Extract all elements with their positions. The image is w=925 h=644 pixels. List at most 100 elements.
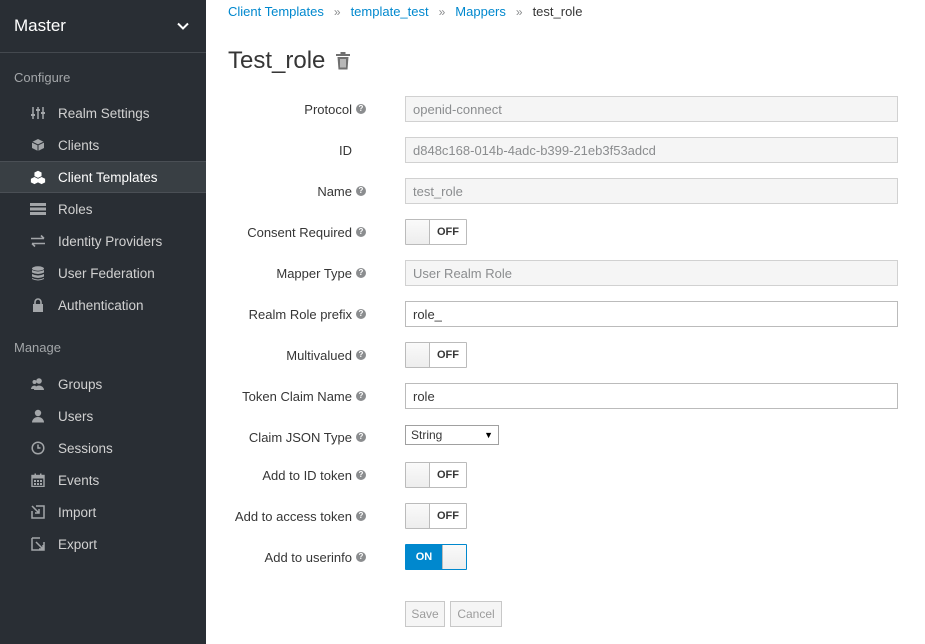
help-icon[interactable]: ? — [356, 511, 366, 521]
label-text: Consent Required — [247, 224, 352, 240]
help-icon[interactable]: ? — [356, 227, 366, 237]
import-icon — [30, 504, 46, 520]
list-icon — [30, 201, 46, 217]
name-field[interactable] — [405, 178, 898, 204]
cubes-icon — [30, 169, 46, 185]
sidebar-item-label: Client Templates — [58, 169, 158, 185]
token-claim-name-row: Token Claim Name? — [206, 383, 925, 409]
add-to-id-token-toggle[interactable]: OFF — [405, 462, 467, 488]
label-text: Add to access token — [234, 508, 352, 524]
label-text: Protocol — [304, 101, 352, 117]
clock-icon — [30, 440, 46, 456]
sidebar-item-label: Events — [58, 472, 100, 488]
toggle-state: OFF — [437, 226, 459, 238]
claim-json-type-row: Claim JSON Type? String ▼ — [206, 424, 925, 450]
sliders-icon — [30, 105, 46, 121]
sidebar-item-authentication[interactable]: Authentication — [0, 289, 206, 321]
help-icon[interactable]: ? — [356, 391, 366, 401]
users-icon — [30, 376, 46, 392]
breadcrumb-separator: » — [438, 4, 446, 19]
help-icon[interactable]: ? — [356, 104, 366, 114]
configure-heading: Configure — [14, 70, 71, 85]
save-button[interactable]: Save — [405, 601, 445, 627]
mapper-type-label: Mapper Type? — [206, 266, 366, 281]
sidebar: Master Configure Realm Settings Clients … — [0, 0, 206, 644]
consent-required-label: Consent Required? — [206, 225, 366, 240]
sidebar-item-realm-settings[interactable]: Realm Settings — [0, 97, 206, 129]
help-icon[interactable]: ? — [356, 470, 366, 480]
sidebar-item-export[interactable]: Export — [0, 528, 206, 560]
label-text: Realm Role prefix — [248, 306, 352, 322]
help-icon[interactable]: ? — [356, 432, 366, 442]
sidebar-item-label: Roles — [58, 201, 93, 217]
help-icon[interactable]: ? — [356, 186, 366, 196]
sidebar-item-label: Realm Settings — [58, 105, 150, 121]
realm-role-prefix-input[interactable] — [405, 301, 898, 327]
toggle-knob — [406, 343, 430, 367]
sidebar-item-label: Groups — [58, 376, 103, 392]
id-row: ID — [206, 137, 925, 163]
multivalued-row: Multivalued? OFF — [206, 342, 925, 368]
consent-required-row: Consent Required? OFF — [206, 219, 925, 245]
breadcrumb-mappers[interactable]: Mappers — [455, 4, 506, 19]
add-to-id-token-label: Add to ID token? — [206, 468, 366, 483]
help-icon[interactable]: ? — [356, 309, 366, 319]
breadcrumb-template[interactable]: template_test — [351, 4, 429, 19]
toggle-knob — [442, 545, 466, 569]
chevron-down-icon — [177, 22, 189, 30]
breadcrumb: Client Templates » template_test » Mappe… — [228, 4, 582, 19]
sidebar-item-groups[interactable]: Groups — [0, 368, 206, 400]
label-text: ID — [339, 142, 352, 158]
select-value: String — [411, 428, 443, 442]
sidebar-item-client-templates[interactable]: Client Templates — [0, 161, 206, 193]
sidebar-item-label: User Federation — [58, 265, 155, 281]
label-text: Token Claim Name — [242, 388, 352, 404]
sidebar-item-label: Import — [58, 504, 97, 520]
name-row: Name? — [206, 178, 925, 204]
sidebar-item-label: Sessions — [58, 440, 113, 456]
manage-heading: Manage — [14, 340, 61, 355]
mapper-type-row: Mapper Type? — [206, 260, 925, 286]
toggle-knob — [406, 504, 430, 528]
breadcrumb-client-templates[interactable]: Client Templates — [228, 4, 324, 19]
name-label: Name? — [206, 184, 366, 199]
label-text: Mapper Type — [276, 265, 352, 281]
sidebar-item-user-federation[interactable]: User Federation — [0, 257, 206, 289]
lock-icon — [30, 297, 46, 313]
help-icon[interactable]: ? — [356, 268, 366, 278]
mapper-type-field[interactable] — [405, 260, 898, 286]
sidebar-item-clients[interactable]: Clients — [0, 129, 206, 161]
help-icon[interactable]: ? — [356, 552, 366, 562]
protocol-label: Protocol? — [206, 102, 366, 117]
toggle-state: OFF — [437, 469, 459, 481]
label-text: Add to userinfo — [264, 549, 352, 565]
realm-selector[interactable]: Master — [0, 0, 206, 53]
caret-down-icon: ▼ — [484, 430, 493, 440]
sidebar-item-users[interactable]: Users — [0, 400, 206, 432]
help-icon[interactable]: ? — [356, 350, 366, 360]
consent-required-toggle[interactable]: OFF — [405, 219, 467, 245]
page-heading: Test_role — [228, 47, 351, 75]
sidebar-item-events[interactable]: Events — [0, 464, 206, 496]
id-field[interactable] — [405, 137, 898, 163]
cube-icon — [30, 137, 46, 153]
token-claim-name-input[interactable] — [405, 383, 898, 409]
add-to-access-token-toggle[interactable]: OFF — [405, 503, 467, 529]
add-to-access-token-row: Add to access token? OFF — [206, 503, 925, 529]
cancel-button[interactable]: Cancel — [450, 601, 502, 627]
multivalued-toggle[interactable]: OFF — [405, 342, 467, 368]
breadcrumb-separator: » — [333, 4, 341, 19]
claim-json-type-select[interactable]: String ▼ — [405, 425, 499, 445]
label-text: Claim JSON Type — [248, 429, 352, 445]
sidebar-item-import[interactable]: Import — [0, 496, 206, 528]
token-claim-name-label: Token Claim Name? — [206, 389, 366, 404]
add-to-userinfo-label: Add to userinfo? — [206, 550, 366, 565]
sidebar-item-roles[interactable]: Roles — [0, 193, 206, 225]
sidebar-item-identity-providers[interactable]: Identity Providers — [0, 225, 206, 257]
sidebar-item-sessions[interactable]: Sessions — [0, 432, 206, 464]
add-to-userinfo-toggle[interactable]: ON — [405, 544, 467, 570]
protocol-field[interactable] — [405, 96, 898, 122]
database-icon — [30, 265, 46, 281]
id-label: ID — [206, 143, 366, 158]
trash-icon[interactable] — [335, 52, 351, 70]
